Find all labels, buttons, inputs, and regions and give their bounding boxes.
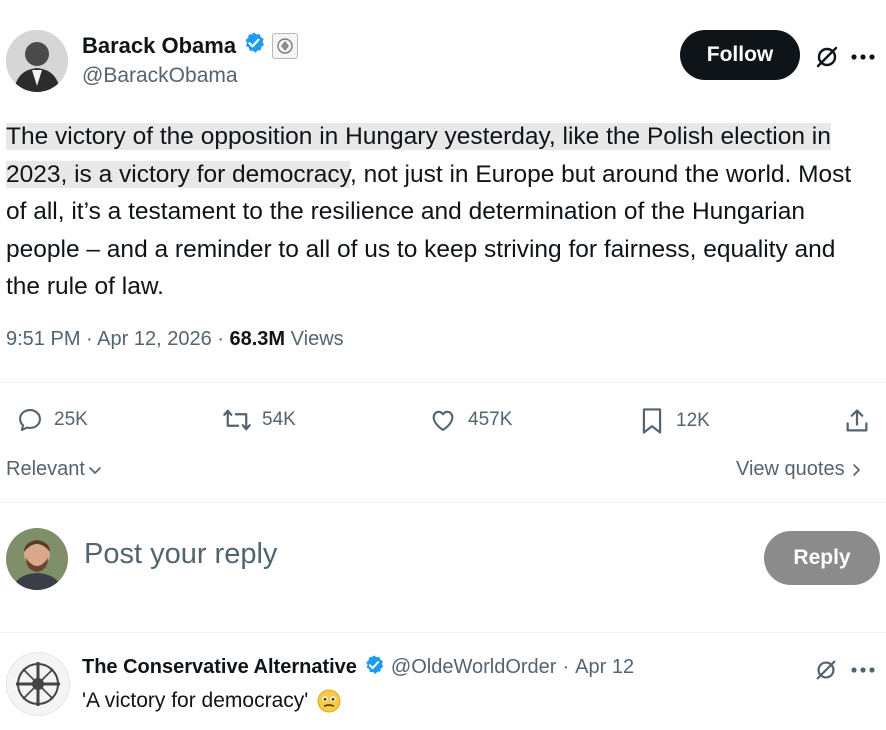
reply-header: The Conservative Alternative @OldeWorldO… [82,654,634,681]
tweet-meta: 9:51 PM · Apr 12, 2026 · 68.3M Views [6,328,344,351]
like-count: 457K [468,409,513,430]
divider [0,632,886,633]
bookmark-action[interactable]: 12K [638,406,710,436]
sort-dropdown[interactable]: Relevant [6,458,103,481]
author-name-row: Barack Obama [82,31,299,60]
reply-count: 25K [54,409,88,430]
verified-badge-icon[interactable] [363,654,385,681]
grok-icon[interactable] [812,42,842,72]
reply-icon [19,409,41,431]
more-icon[interactable] [848,44,878,70]
reply-input[interactable]: Post your reply [84,538,277,571]
author-handle[interactable]: @BarackObama [82,64,238,88]
divider [0,382,886,383]
view-quotes-link[interactable]: View quotes [736,458,863,481]
bookmark-icon [642,408,662,434]
chevron-down-icon [89,466,101,474]
like-icon [432,410,454,431]
grok-icon[interactable] [812,656,840,684]
share-icon[interactable] [842,406,872,436]
meta-separator: · [86,328,93,350]
tweet-time[interactable]: 9:51 PM [6,328,80,350]
reply-action[interactable]: 25K [16,406,88,434]
author-avatar[interactable] [6,30,68,92]
chevron-right-icon [852,463,860,476]
tweet-text: The victory of the opposition in Hungary… [6,118,866,306]
tweet-date[interactable]: Apr 12, 2026 [97,328,212,350]
meta-separator: · [562,656,570,678]
verified-badge-icon[interactable] [242,31,266,60]
reply-text-row: 'A victory for democracy' [82,688,342,714]
views-count: 68.3M [229,328,286,350]
like-action[interactable]: 457K [428,406,512,434]
repost-action[interactable]: 54K [222,406,296,434]
emoji-icon [317,689,341,713]
current-user-avatar[interactable] [6,528,68,590]
sort-label: Relevant [6,458,85,480]
divider [0,502,886,503]
follow-button[interactable]: Follow [680,30,800,80]
meta-separator: · [217,328,224,350]
reply-author-avatar[interactable] [6,652,70,716]
view-quotes-label: View quotes [736,458,845,480]
reply-text: 'A victory for democracy' [82,689,309,712]
bookmark-count: 12K [676,410,710,431]
government-seal-icon[interactable] [272,32,299,59]
author-name[interactable]: Barack Obama [82,33,236,59]
reply-author-handle[interactable]: @OldeWorldOrder [391,656,557,679]
reply-date[interactable]: Apr 12 [575,656,634,679]
repost-count: 54K [262,409,296,430]
repost-icon [223,409,251,431]
reply-button[interactable]: Reply [764,531,880,585]
more-icon[interactable] [848,658,878,682]
views-label: Views [290,328,344,350]
reply-author-name[interactable]: The Conservative Alternative [82,656,357,679]
